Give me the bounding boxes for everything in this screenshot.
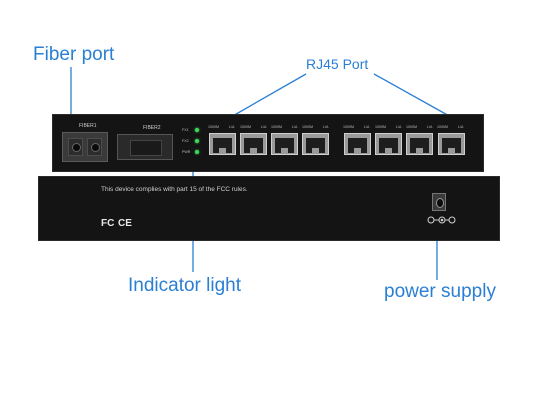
port5-speed-label: 1000M: [343, 125, 354, 129]
fiber2-label: FIBER2: [143, 125, 161, 131]
fiber-port-1[interactable]: [62, 132, 108, 162]
port4-speed-label: 1000M: [302, 125, 313, 129]
sc-connector-tx: [68, 138, 83, 156]
port6-speed-label: 1000M: [375, 125, 386, 129]
fiber1-label: FIBER1: [79, 123, 97, 129]
port3-speed-label: 1000M: [271, 125, 282, 129]
power-jack[interactable]: [432, 193, 446, 211]
device-back-panel: This device complies with part 15 of the…: [38, 176, 500, 241]
rj45-port-3[interactable]: [271, 133, 298, 155]
led-fx2-icon: [195, 139, 199, 143]
port7-la-label: L/A: [427, 125, 433, 129]
rj45-port-5[interactable]: [344, 133, 371, 155]
led-fx2-label: FX2: [182, 139, 189, 143]
port8-la-label: L/A: [458, 125, 464, 129]
rj45-port-6[interactable]: [375, 133, 402, 155]
port1-la-label: L/A: [229, 125, 235, 129]
rj45-port-8[interactable]: [438, 133, 465, 155]
port4-la-label: L/A: [323, 125, 329, 129]
port7-speed-label: 1000M: [406, 125, 417, 129]
led-fx1-icon: [195, 128, 199, 132]
led-pwr-label: PWR: [182, 150, 191, 154]
fc-ce-logo: FC CE: [101, 215, 133, 229]
fiber-port-2[interactable]: [117, 134, 173, 160]
device-front-panel: FIBER1 FIBER2 FX1 FX2 PWR 1000M L/A 1000…: [52, 114, 484, 172]
fcc-compliance-text: This device complies with part 15 of the…: [101, 186, 248, 193]
rj45-port-1[interactable]: [209, 133, 236, 155]
power-jack-hole: [436, 198, 444, 208]
svg-text:CE: CE: [118, 218, 132, 228]
port2-speed-label: 1000M: [240, 125, 251, 129]
port2-la-label: L/A: [261, 125, 267, 129]
port5-la-label: L/A: [364, 125, 370, 129]
sc-connector-rx: [87, 138, 102, 156]
rj45-port-7[interactable]: [406, 133, 433, 155]
port6-la-label: L/A: [396, 125, 402, 129]
led-fx1-label: FX1: [182, 128, 189, 132]
svg-text:FC: FC: [101, 218, 114, 228]
led-pwr-icon: [195, 150, 199, 154]
polarity-symbol-icon: [427, 216, 456, 224]
port3-la-label: L/A: [292, 125, 298, 129]
rj45-port-4[interactable]: [302, 133, 329, 155]
rj45-port-2[interactable]: [240, 133, 267, 155]
fiber-port-2-cover: [130, 140, 162, 156]
port8-speed-label: 1000M: [437, 125, 448, 129]
port1-speed-label: 1000M: [208, 125, 219, 129]
